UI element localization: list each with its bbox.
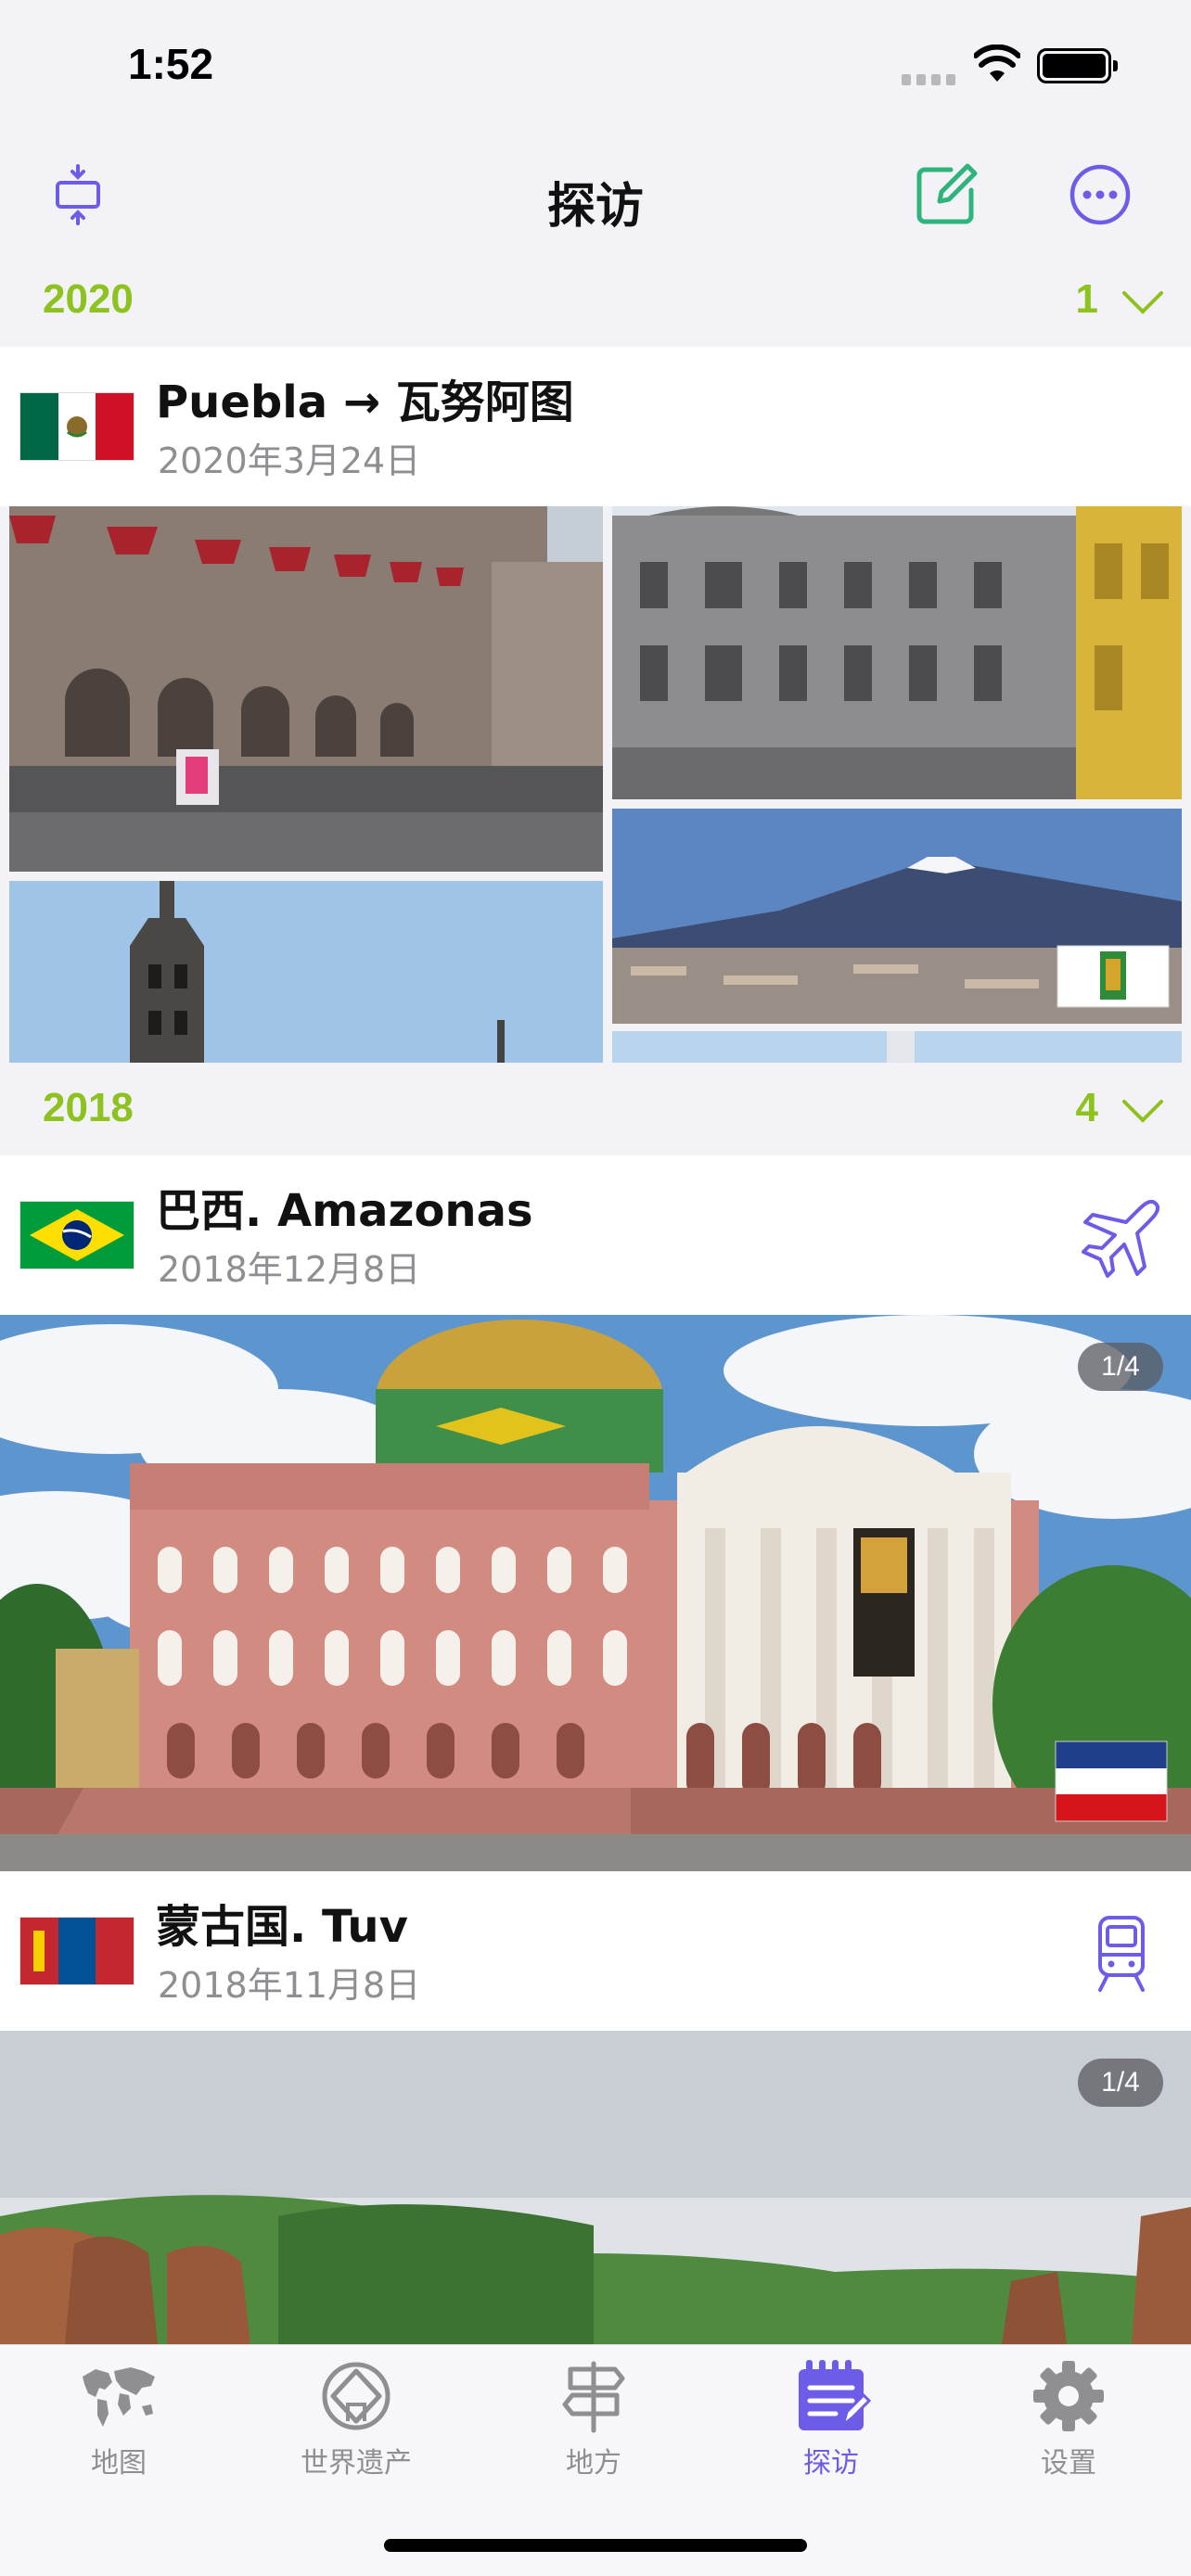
gear-icon bbox=[1033, 2361, 1104, 2431]
photo-page-badge: 1/4 bbox=[1078, 2059, 1163, 2107]
tab-label: 世界遗产 bbox=[301, 2447, 412, 2480]
status-time: 1:52 bbox=[128, 40, 214, 88]
tab-label: 探访 bbox=[803, 2447, 859, 2480]
notepad-icon bbox=[799, 2360, 872, 2430]
year-header-2018[interactable]: 2018 4 bbox=[0, 1072, 1191, 1155]
trip-row-amazonas[interactable]: 巴西. Amazonas 2018年12月8日 bbox=[0, 1155, 1191, 1315]
tab-places[interactable]: 地方 bbox=[475, 2358, 712, 2488]
brazil-flag bbox=[20, 1202, 134, 1269]
photo-tuv-ruins[interactable]: 1/4 bbox=[0, 2031, 1191, 2344]
screen: 1:52 探访 2020 1 Puebla → 瓦努阿图 2020年3月24日 … bbox=[0, 0, 1191, 2576]
mexico-flag bbox=[20, 393, 134, 460]
status-bar: 1:52 bbox=[0, 0, 1191, 130]
year-label: 2020 bbox=[43, 276, 134, 322]
tab-visits[interactable]: 探访 bbox=[712, 2358, 950, 2488]
trip-row-puebla[interactable]: Puebla → 瓦努阿图 2020年3月24日 bbox=[0, 347, 1191, 506]
trip-date: 2018年12月8日 bbox=[158, 1249, 421, 1290]
photo-puebla-palace[interactable] bbox=[612, 506, 1182, 799]
photo-puebla-more[interactable] bbox=[612, 1031, 1182, 1063]
more-icon bbox=[1069, 164, 1131, 225]
photo-amazonas-theatre[interactable]: 1/4 bbox=[0, 1315, 1191, 1871]
cellular-signal-icon bbox=[902, 72, 955, 85]
trip-title: 巴西. Amazonas bbox=[156, 1185, 533, 1237]
photo-puebla-arcade[interactable] bbox=[9, 506, 603, 872]
year-header-2020[interactable]: 2020 1 bbox=[0, 263, 1191, 347]
tab-settings[interactable]: 设置 bbox=[950, 2358, 1187, 2488]
year-count: 4 bbox=[1075, 1085, 1098, 1130]
chevron-down-icon bbox=[1122, 1100, 1163, 1123]
trip-title: 蒙古国. Tuv bbox=[156, 1901, 408, 1953]
tab-label: 设置 bbox=[1041, 2447, 1096, 2480]
train-icon bbox=[1098, 1916, 1145, 1992]
photo-puebla-tower[interactable] bbox=[9, 881, 603, 1063]
year-count: 1 bbox=[1075, 276, 1098, 322]
edit-icon bbox=[916, 163, 978, 224]
wifi-icon bbox=[974, 45, 1020, 82]
battery-icon bbox=[1037, 48, 1118, 83]
tab-world-heritage[interactable]: 世界遗产 bbox=[237, 2358, 475, 2488]
tab-label: 地方 bbox=[566, 2447, 621, 2480]
year-label: 2018 bbox=[43, 1085, 134, 1130]
photo-puebla-volcano[interactable] bbox=[612, 809, 1182, 1024]
world-heritage-icon bbox=[322, 2362, 391, 2430]
trip-date: 2018年11月8日 bbox=[158, 1965, 421, 2006]
trip-title: Puebla → 瓦努阿图 bbox=[156, 376, 574, 428]
home-indicator[interactable] bbox=[384, 2539, 807, 2552]
chevron-down-icon bbox=[1122, 291, 1163, 314]
page-title: 探访 bbox=[546, 179, 644, 235]
plane-icon bbox=[1082, 1199, 1160, 1278]
compose-button[interactable] bbox=[909, 158, 983, 232]
more-button[interactable] bbox=[1063, 158, 1137, 232]
trip-row-tuv[interactable]: 蒙古国. Tuv 2018年11月8日 bbox=[0, 1871, 1191, 2031]
trip-date: 2020年3月24日 bbox=[158, 440, 421, 481]
mongolia-flag bbox=[20, 1918, 134, 1984]
nav-bar: 探访 bbox=[0, 130, 1191, 260]
tab-label: 地图 bbox=[91, 2447, 147, 2480]
world-map-icon bbox=[83, 2367, 155, 2427]
signpost-icon bbox=[562, 2361, 625, 2433]
tab-map[interactable]: 地图 bbox=[0, 2358, 237, 2488]
photo-page-badge: 1/4 bbox=[1078, 1343, 1163, 1391]
